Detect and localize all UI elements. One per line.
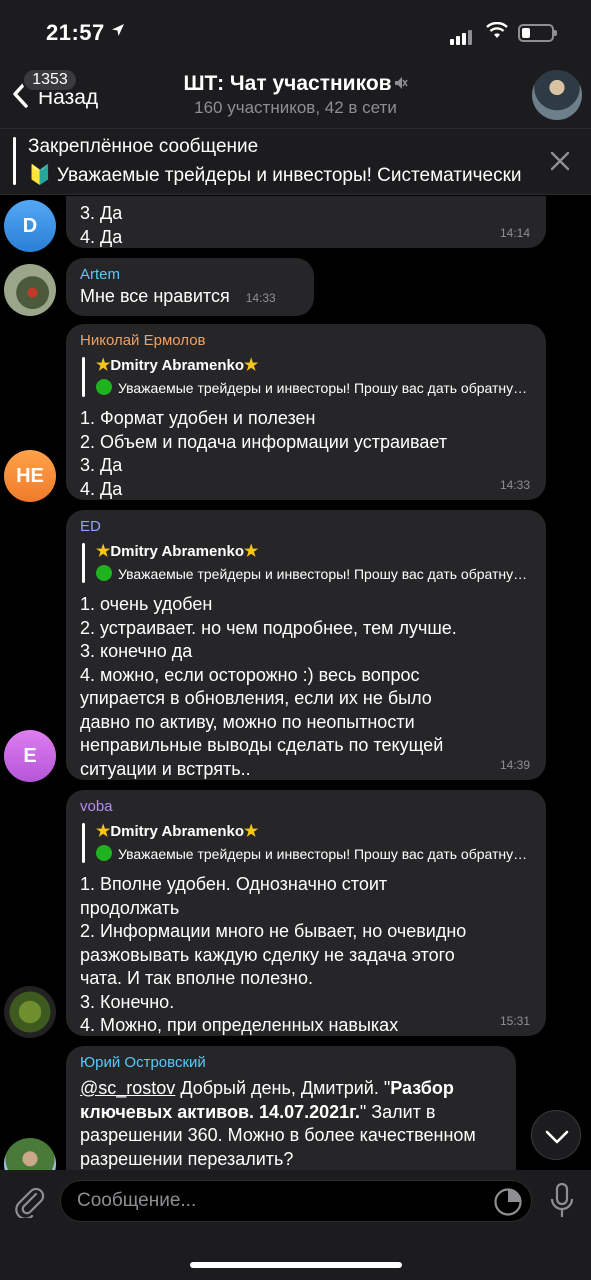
reply-text: Уважаемые трейдеры и инвесторы! Прошу ва… <box>96 377 530 399</box>
star-icon: ★ <box>96 357 111 374</box>
reply-author: ★Dmitry Abramenko★ <box>96 355 532 377</box>
chat-header: Назад 1353 ШТ: Чат участников 160 участн… <box>0 62 591 128</box>
microphone-icon[interactable] <box>548 1182 576 1220</box>
message-line: 1. Формат удобен и полезен <box>80 408 316 428</box>
cellular-signal-icon <box>450 27 474 45</box>
star-icon: ★ <box>244 543 259 560</box>
message-line: 3. конечно да <box>80 641 193 661</box>
sender-name[interactable]: Artem <box>80 266 300 283</box>
message-line: давно по активу, можно по неопытности <box>80 711 415 732</box>
message-time: 14:33 <box>499 478 530 492</box>
message-line: 2. Объем и подача информации устраивает <box>80 431 448 452</box>
mention-link[interactable]: @sc_rostov <box>80 1078 175 1098</box>
message-line: 4. можно, если осторожно :) весь вопрос <box>80 664 420 685</box>
reply-author-name: Dmitry Abramenko <box>110 357 244 374</box>
message-line: 4. Да <box>80 226 123 247</box>
pinned-text: 🔰 Уважаемые трейдеры и инвесторы! Систем… <box>28 165 522 186</box>
avatar[interactable] <box>4 986 56 1038</box>
message-bubble[interactable]: ED ★Dmitry Abramenko★ Уважаемые трейдеры… <box>66 510 546 780</box>
pinned-title: Закреплённое сообщение <box>28 136 259 157</box>
star-icon: ★ <box>96 823 111 840</box>
message-line: Мне все нравится <box>80 286 230 306</box>
muted-icon <box>394 72 408 96</box>
green-circle-icon <box>96 379 112 395</box>
chat-subtitle: 160 участников, 42 в сети <box>194 98 397 117</box>
message-time: 14:14 <box>499 226 530 240</box>
sender-name[interactable]: Николай Ермолов <box>80 332 532 349</box>
message-bubble[interactable]: Юрий Островский @sc_rostov Добрый день, … <box>66 1046 516 1170</box>
reply-text-content: Уважаемые трейдеры и инвесторы! Прошу ва… <box>118 846 530 862</box>
message-text-part: Добрый день, Дмитрий. " <box>175 1078 391 1098</box>
reply-author-name: Dmitry Abramenko <box>110 823 244 840</box>
wifi-icon <box>485 21 509 45</box>
group-avatar[interactable] <box>532 70 582 120</box>
star-icon: ★ <box>244 357 259 374</box>
battery-icon <box>518 24 557 42</box>
location-arrow-icon <box>110 22 126 43</box>
message-line: разжовывать каждую сделку не задача этог… <box>80 944 455 965</box>
avatar[interactable]: НЕ <box>4 450 56 502</box>
composer-bar <box>0 1170 591 1280</box>
message-bubble[interactable]: 3. Да 4. Да 14:14 <box>66 196 546 248</box>
reply-preview[interactable]: ★Dmitry Abramenko★ Уважаемые трейдеры и … <box>80 355 532 399</box>
reply-text-content: Уважаемые трейдеры и инвесторы! Прошу ва… <box>118 380 530 396</box>
sender-name[interactable]: Юрий Островский <box>80 1054 502 1071</box>
message-line: 3. Да <box>80 455 123 475</box>
sticker-icon[interactable] <box>493 1187 523 1217</box>
pinned-message[interactable]: Закреплённое сообщение 🔰 Уважаемые трейд… <box>0 128 591 195</box>
message-list[interactable]: 3. Да 4. Да 14:14 D Artem Мне все нравит… <box>0 196 591 1170</box>
message-line: 3. Конечно. <box>80 991 175 1012</box>
avatar[interactable]: E <box>4 730 56 782</box>
message-time: 15:31 <box>499 1014 530 1028</box>
message-text: Мне все нравится 14:33 <box>80 285 300 311</box>
scroll-to-bottom-button[interactable] <box>531 1110 581 1160</box>
message-input[interactable] <box>77 1181 477 1221</box>
message-line: чата. И так вполне полезно. <box>80 968 313 988</box>
message-time: 14:33 <box>245 291 276 305</box>
message-line: упирается в обновления, если их не было <box>80 688 432 708</box>
message-bubble[interactable]: Artem Мне все нравится 14:33 <box>66 258 314 316</box>
message-bubble[interactable]: voba ★Dmitry Abramenko★ Уважаемые трейде… <box>66 790 546 1036</box>
home-indicator <box>190 1262 402 1268</box>
message-time: 14:39 <box>499 758 530 772</box>
message-line: 2. Информации много не бывает, но очевид… <box>80 921 467 941</box>
sender-name[interactable]: voba <box>80 798 532 815</box>
message-line: 3. Да <box>80 203 123 223</box>
message-line: неправильные выводы сделать по текущей <box>80 735 444 755</box>
close-icon[interactable] <box>548 149 572 173</box>
chat-title-wrap[interactable]: ШТ: Чат участников <box>0 72 591 96</box>
avatar[interactable]: D <box>4 200 56 252</box>
status-time: 21:57 <box>46 20 105 45</box>
sender-name[interactable]: ED <box>80 518 532 535</box>
message-bubble[interactable]: Николай Ермолов ★Dmitry Abramenko★ Уважа… <box>66 324 546 500</box>
reply-author: ★Dmitry Abramenko★ <box>96 821 532 843</box>
star-icon: ★ <box>96 543 111 560</box>
reply-text: Уважаемые трейдеры и инвесторы! Прошу ва… <box>96 563 530 585</box>
avatar[interactable] <box>4 1138 56 1170</box>
reply-text: Уважаемые трейдеры и инвесторы! Прошу ва… <box>96 843 530 865</box>
green-circle-icon <box>96 565 112 581</box>
reply-text-content: Уважаемые трейдеры и инвесторы! Прошу ва… <box>118 566 530 582</box>
star-icon: ★ <box>244 823 259 840</box>
pinned-indicator <box>13 137 16 185</box>
message-line: продолжать <box>80 897 180 918</box>
reply-author-name: Dmitry Abramenko <box>110 543 244 560</box>
message-text: @sc_rostov Добрый день, Дмитрий. "Разбор… <box>80 1077 502 1170</box>
message-line: 1. очень удобен <box>80 594 213 614</box>
message-line: 2. устраивает. но чем подробнее, тем луч… <box>80 617 457 638</box>
message-field[interactable] <box>60 1180 532 1222</box>
green-circle-icon <box>96 845 112 861</box>
message-line: 4. Да <box>80 478 123 499</box>
chat-title[interactable]: ШТ: Чат участников <box>183 72 391 95</box>
paperclip-icon[interactable] <box>12 1184 46 1220</box>
reply-preview[interactable]: ★Dmitry Abramenko★ Уважаемые трейдеры и … <box>80 541 532 585</box>
status-bar: 21:57 <box>0 0 591 62</box>
message-line: 1. Вполне удобен. Однозначно стоит <box>80 874 388 894</box>
message-line: 4. Можно, при определенных навыках <box>80 1015 399 1035</box>
reply-author: ★Dmitry Abramenko★ <box>96 541 532 563</box>
message-line: ситуации и встрять.. <box>80 758 251 779</box>
avatar[interactable] <box>4 264 56 316</box>
reply-preview[interactable]: ★Dmitry Abramenko★ Уважаемые трейдеры и … <box>80 821 532 865</box>
